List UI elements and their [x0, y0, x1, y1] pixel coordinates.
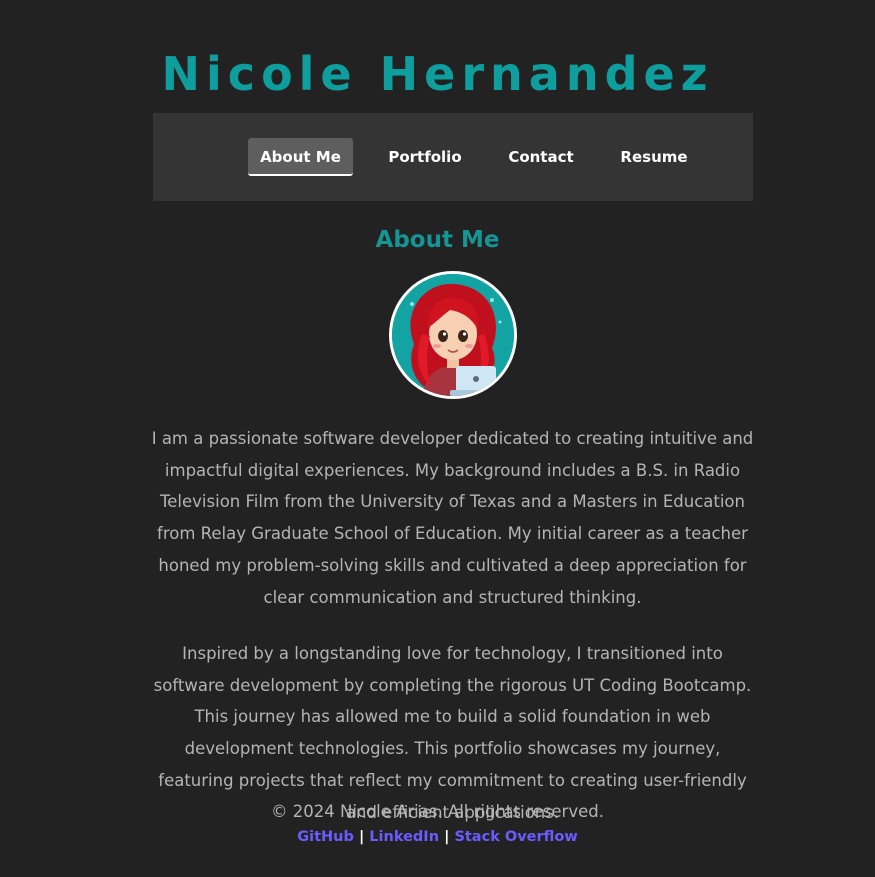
page: Nicole Hernandez About Me Portfolio Cont…	[0, 0, 875, 877]
about-heading: About Me	[375, 227, 500, 253]
copyright-text: © 2024 Nicole Arias. All rights reserved…	[271, 802, 604, 821]
nav-bar: About Me Portfolio Contact Resume	[153, 113, 753, 201]
avatar-illustration	[392, 274, 514, 396]
nav-item-about-me[interactable]: About Me	[248, 138, 353, 176]
stack-overflow-link[interactable]: Stack Overflow	[454, 829, 577, 845]
linkedin-link[interactable]: LinkedIn	[369, 829, 439, 845]
footer: © 2024 Nicole Arias. All rights reserved…	[0, 799, 875, 848]
github-link[interactable]: GitHub	[297, 829, 354, 845]
about-paragraph-1: I am a passionate software developer ded…	[151, 429, 754, 607]
link-separator: |	[358, 829, 365, 845]
nav-item-resume[interactable]: Resume	[608, 138, 700, 176]
nav-item-portfolio[interactable]: Portfolio	[375, 138, 475, 176]
site-title: Nicole Hernandez	[161, 47, 714, 101]
footer-links: GitHub | LinkedIn | Stack Overflow	[0, 826, 875, 848]
avatar	[389, 271, 517, 399]
nav-item-contact[interactable]: Contact	[493, 138, 589, 176]
link-separator: |	[444, 829, 450, 845]
